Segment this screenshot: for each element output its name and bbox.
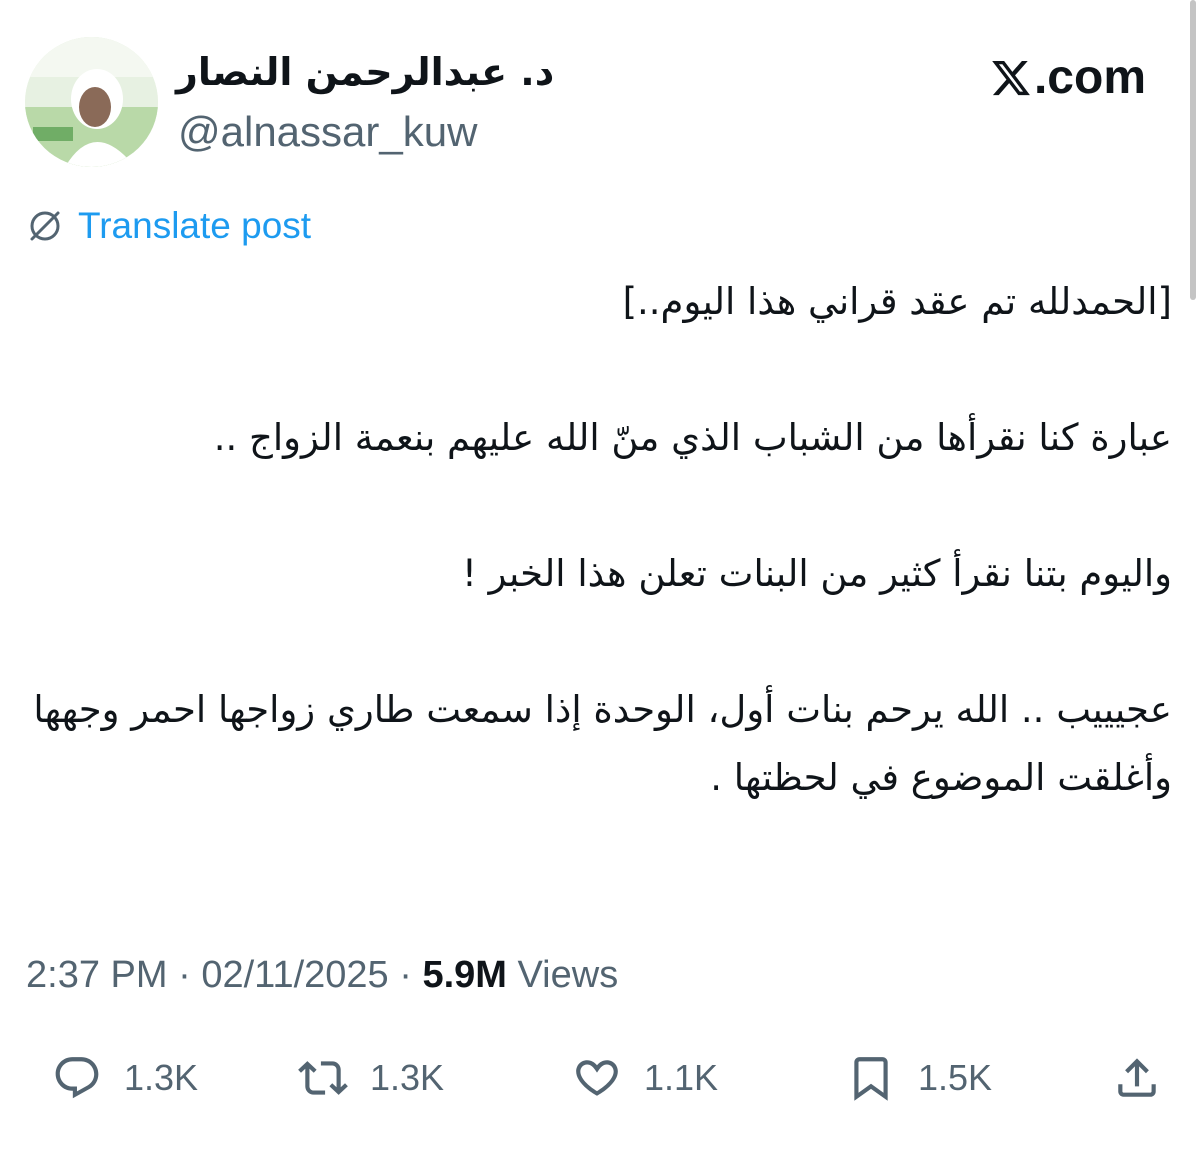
action-bar: 1.3K 1.3K 1.1K 1.5K	[0, 1045, 1200, 1115]
heart-icon	[576, 1060, 618, 1096]
views-label: Views	[506, 954, 619, 996]
translate-post-link[interactable]: Translate post	[26, 205, 311, 247]
brand-label: .com	[1033, 51, 1146, 104]
reply-icon	[55, 1057, 99, 1099]
post-time[interactable]: 2:37 PM	[26, 954, 168, 996]
post-paragraph: [الحمدلله تم عقد قراني هذا اليوم..]	[622, 280, 1172, 323]
x-logo-icon	[992, 60, 1030, 95]
repost-icon	[298, 1061, 348, 1095]
avatar-photo	[25, 37, 158, 167]
author-display-name[interactable]: د. عبدالرحمن النصار	[176, 50, 554, 94]
like-count: 1.1K	[644, 1057, 719, 1098]
post-paragraph: عجيييب .. الله يرحم بنات أول، الوحدة إذا…	[21, 688, 1172, 799]
scrollbar-thumb[interactable]	[1190, 0, 1196, 300]
like-button[interactable]: 1.1K	[572, 1045, 718, 1111]
post-paragraph: عبارة كنا نقرأها من الشباب الذي منّ الله…	[213, 416, 1172, 459]
bookmark-button[interactable]: 1.5K	[846, 1045, 992, 1111]
post-paragraph: واليوم بتنا نقرأ كثير من البنات تعلن هذا…	[461, 552, 1172, 595]
meta-separator: ·	[388, 954, 423, 996]
globe-slash-icon	[30, 211, 60, 241]
translate-post-label: Translate post	[78, 205, 312, 246]
post-text: [الحمدلله تم عقد قراني هذا اليوم..] عبار…	[26, 268, 1172, 812]
post-meta: 2:37 PM · 02/11/2025 · 5.9M Views	[26, 954, 618, 997]
share-button[interactable]	[1112, 1045, 1184, 1111]
post-date[interactable]: 02/11/2025	[201, 954, 388, 996]
share-icon	[1118, 1058, 1156, 1097]
repost-count: 1.3K	[370, 1057, 445, 1098]
bookmark-icon	[854, 1057, 888, 1101]
author-handle[interactable]: @alnassar_kuw	[178, 108, 477, 156]
repost-button[interactable]: 1.3K	[298, 1045, 444, 1111]
meta-separator: ·	[167, 954, 202, 996]
avatar[interactable]	[25, 37, 158, 167]
brand-link[interactable]: .com	[990, 50, 1146, 105]
bookmark-count: 1.5K	[918, 1057, 993, 1098]
reply-count: 1.3K	[124, 1057, 199, 1098]
views-count: 5.9M	[422, 954, 507, 996]
reply-button[interactable]: 1.3K	[52, 1045, 198, 1111]
scrollbar[interactable]	[1186, 0, 1200, 1149]
